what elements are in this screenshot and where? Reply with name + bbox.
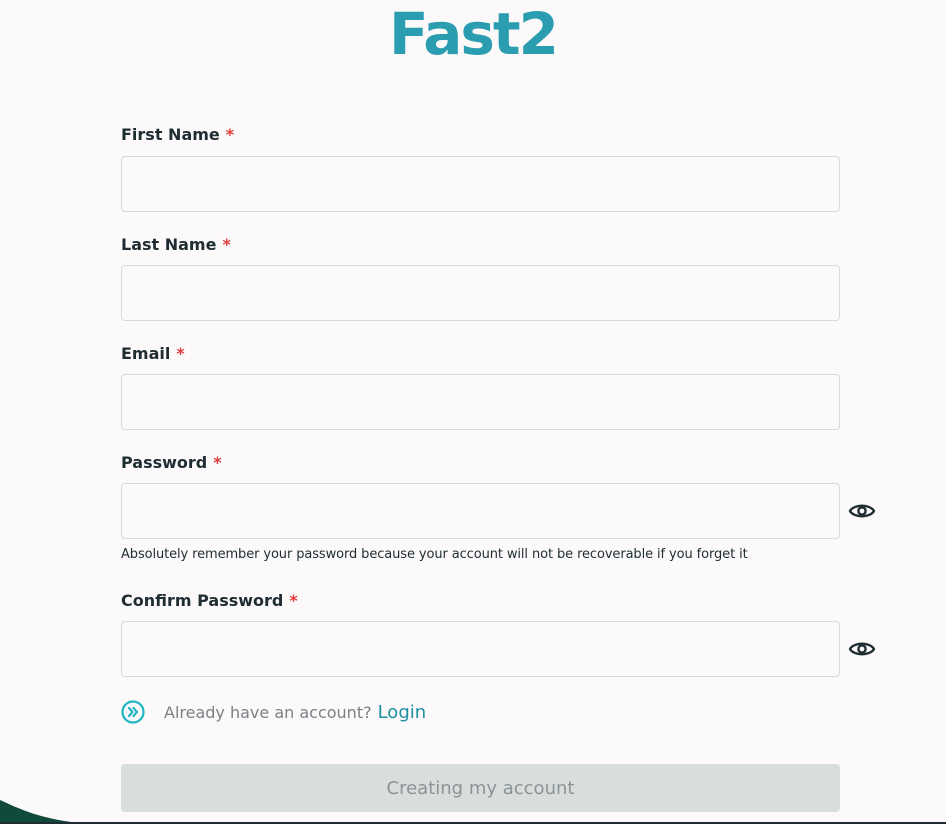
decorative-wave — [0, 800, 90, 824]
login-link[interactable]: Login — [378, 702, 427, 723]
required-asterisk: * — [222, 235, 231, 254]
last-name-input[interactable] — [121, 265, 840, 321]
email-input[interactable] — [121, 374, 840, 430]
last-name-label: Last Name * — [121, 235, 231, 255]
email-label: Email * — [121, 344, 185, 364]
first-name-label-text: First Name — [121, 125, 220, 144]
first-name-label: First Name * — [121, 125, 234, 145]
email-label-text: Email — [121, 344, 171, 363]
eye-icon[interactable] — [848, 639, 876, 659]
required-asterisk: * — [176, 344, 185, 363]
login-row: Already have an account? Login — [121, 698, 426, 726]
confirm-password-input[interactable] — [121, 621, 840, 677]
confirm-password-label: Confirm Password * — [121, 591, 298, 611]
password-hint: Absolutely remember your password becaus… — [121, 547, 748, 562]
login-prompt: Already have an account? — [164, 702, 372, 722]
last-name-label-text: Last Name — [121, 235, 217, 254]
confirm-password-label-text: Confirm Password — [121, 591, 284, 610]
password-input[interactable] — [121, 483, 840, 539]
first-name-input[interactable] — [121, 156, 840, 212]
brand-logo: Fast2 — [389, 0, 559, 68]
password-label-text: Password — [121, 453, 208, 472]
double-chevron-right-circle-icon — [121, 700, 145, 724]
create-account-button[interactable]: Creating my account — [121, 764, 840, 812]
required-asterisk: * — [289, 591, 298, 610]
required-asterisk: * — [225, 125, 235, 144]
eye-icon[interactable] — [848, 501, 876, 521]
required-asterisk: * — [213, 453, 222, 472]
password-label: Password * — [121, 453, 222, 473]
